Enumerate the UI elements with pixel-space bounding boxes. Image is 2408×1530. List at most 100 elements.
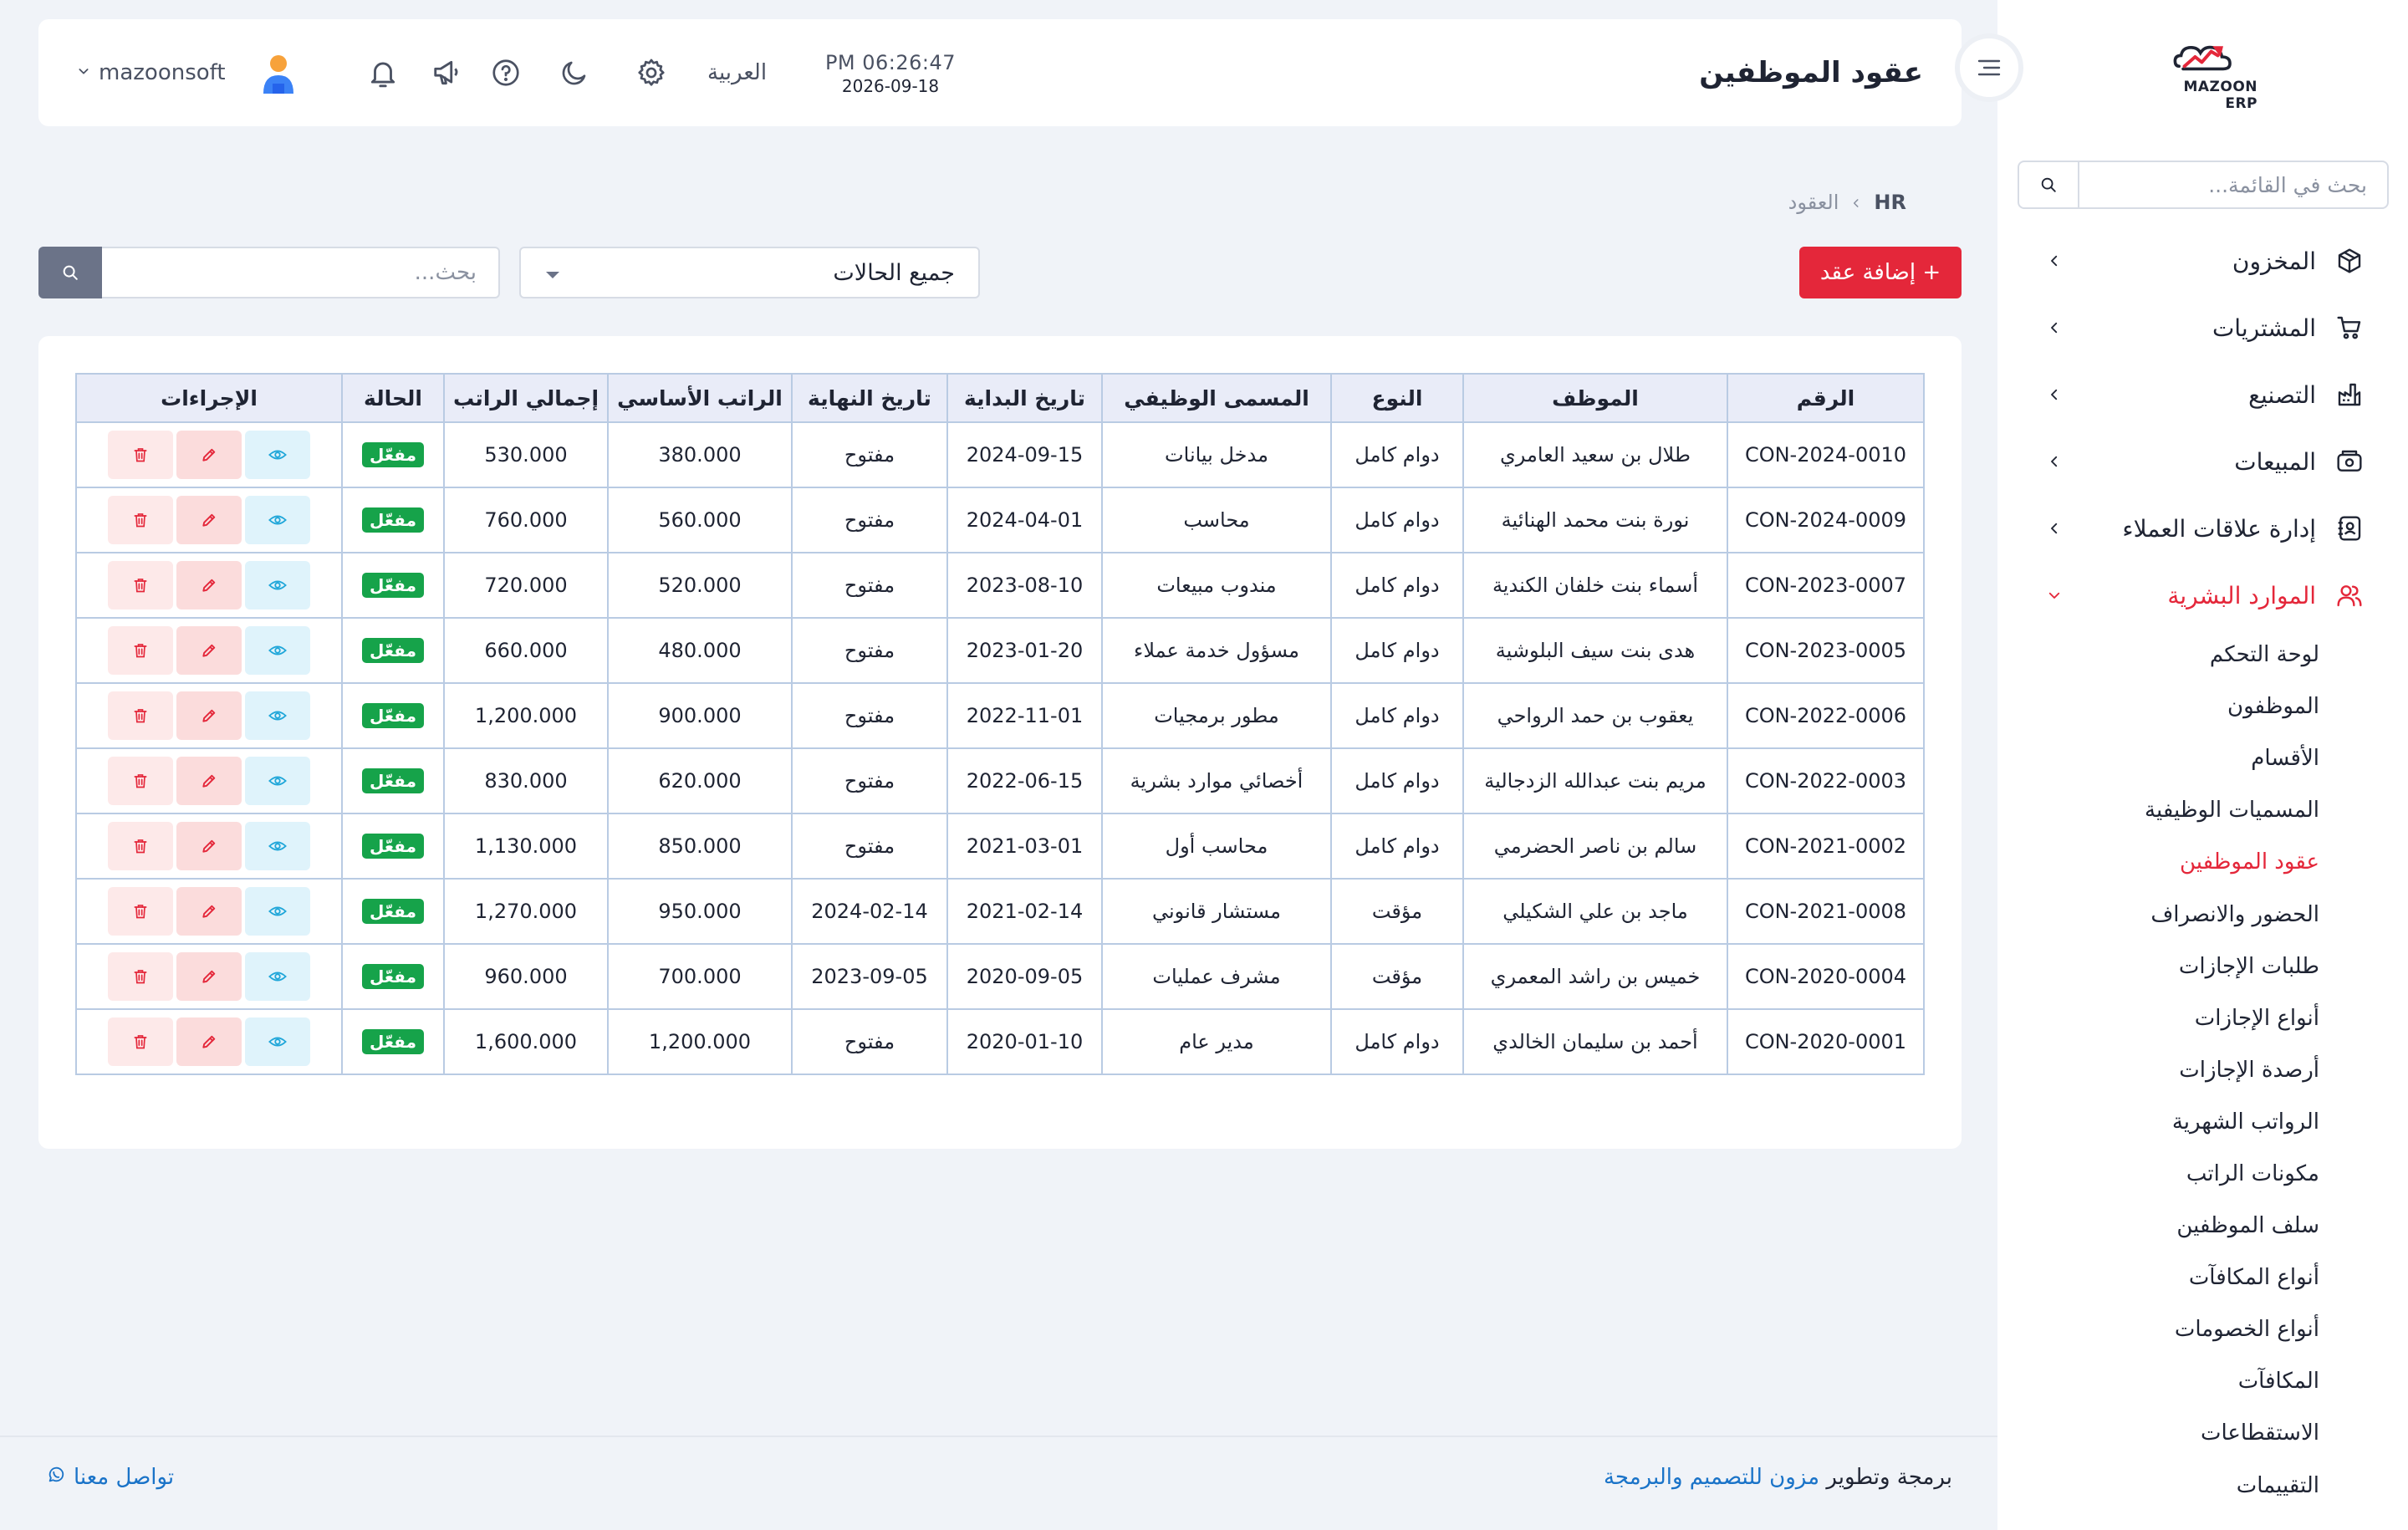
- row-actions: [77, 561, 341, 609]
- sidebar-subitem-deductions[interactable]: الاستقطاعات: [1997, 1407, 2408, 1459]
- sidebar-subitem-employees[interactable]: الموظفون: [1997, 681, 2408, 732]
- view-button[interactable]: [245, 1017, 310, 1066]
- sidebar-subitem-attendance[interactable]: الحضور والانصراف: [1997, 888, 2408, 940]
- trash-icon: [134, 448, 147, 462]
- cell-type: دوام كامل: [1330, 682, 1464, 749]
- notification-bell-icon[interactable]: [363, 53, 403, 93]
- sidebar-subitem-departments[interactable]: الأقسام: [1997, 732, 2408, 784]
- col-header-number[interactable]: الرقم: [1727, 373, 1925, 423]
- sidebar-subitem-job-titles[interactable]: المسميات الوظيفية: [1997, 784, 2408, 836]
- row-actions: [77, 757, 341, 805]
- edit-button[interactable]: [176, 887, 242, 936]
- col-header-job-title[interactable]: المسمى الوظيفي: [1101, 373, 1332, 423]
- search-icon[interactable]: [2019, 162, 2079, 207]
- col-header-employee[interactable]: الموظف: [1462, 373, 1728, 423]
- view-button[interactable]: [245, 496, 310, 544]
- cell-type: دوام كامل: [1330, 421, 1464, 488]
- dark-mode-moon-icon[interactable]: [554, 53, 594, 93]
- col-header-start-date[interactable]: تاريخ البداية: [946, 373, 1103, 423]
- edit-button[interactable]: [176, 822, 242, 870]
- edit-button[interactable]: [176, 431, 242, 479]
- col-header-basic-salary[interactable]: الراتب الأساسي: [607, 373, 793, 423]
- col-header-end-date[interactable]: تاريخ النهاية: [791, 373, 948, 423]
- view-button[interactable]: [245, 757, 310, 805]
- edit-button[interactable]: [176, 496, 242, 544]
- cell-start-date: 2022-06-15: [946, 747, 1103, 814]
- sidebar-subitem-leave-requests[interactable]: طلبات الإجازات: [1997, 941, 2408, 992]
- sidebar-subitem-bonus-types[interactable]: أنواع المكافآت: [1997, 1252, 2408, 1303]
- delete-button[interactable]: [108, 691, 173, 740]
- sidebar-subitem-payroll[interactable]: الرواتب الشهرية: [1997, 1096, 2408, 1148]
- edit-button[interactable]: [176, 691, 242, 740]
- delete-button[interactable]: [108, 1017, 173, 1066]
- menu-toggle-button[interactable]: [1955, 33, 2023, 102]
- table-row: CON-2022-0006 يعقوب بن حمد الرواحي دوام كا…: [75, 682, 1925, 749]
- delete-button[interactable]: [108, 561, 173, 609]
- sidebar-subitem-dashboard[interactable]: لوحة التحكم: [1997, 629, 2408, 681]
- delete-button[interactable]: [108, 431, 173, 479]
- chevron-left-icon: [2044, 518, 2064, 538]
- cell-actions: [75, 552, 343, 619]
- edit-button[interactable]: [176, 757, 242, 805]
- page-title: عقود الموظفين: [1699, 56, 1923, 89]
- eye-icon: [268, 711, 287, 721]
- delete-button[interactable]: [108, 626, 173, 675]
- sidebar-subitem-salary-components[interactable]: مكونات الراتب: [1997, 1148, 2408, 1200]
- user-menu[interactable]: mazoonsoft: [77, 19, 301, 126]
- delete-button[interactable]: [108, 496, 173, 544]
- delete-button[interactable]: [108, 887, 173, 936]
- view-button[interactable]: [245, 431, 310, 479]
- cell-total-salary: 530.000: [443, 421, 609, 488]
- status-filter-value: جميع الحالات: [833, 259, 955, 286]
- breadcrumb-root[interactable]: HR: [1874, 191, 1906, 214]
- row-actions: [77, 887, 341, 936]
- sidebar-item-inventory[interactable]: المخزون: [1997, 227, 2408, 294]
- footer-credit-link[interactable]: مزون للتصميم والبرمجة: [1604, 1465, 1819, 1490]
- logo[interactable]: MAZOON ERP: [2149, 37, 2258, 112]
- sidebar-subitem-evaluations[interactable]: التقييمات: [1997, 1460, 2408, 1512]
- sidebar-subitem-bonuses[interactable]: المكافآت: [1997, 1355, 2408, 1407]
- view-button[interactable]: [245, 561, 310, 609]
- col-header-type[interactable]: النوع: [1330, 373, 1464, 423]
- sidebar-subitem-advances[interactable]: سلف الموظفين: [1997, 1200, 2408, 1252]
- delete-button[interactable]: [108, 952, 173, 1001]
- search-input[interactable]: [102, 247, 500, 298]
- table-header-row: الرقم الموظف النوع المسمى الوظيفي تاريخ …: [75, 373, 1925, 423]
- delete-button[interactable]: [108, 822, 173, 870]
- cell-type: دوام كامل: [1330, 1008, 1464, 1075]
- sidebar-item-purchases[interactable]: المشتريات: [1997, 294, 2408, 361]
- delete-button[interactable]: [108, 757, 173, 805]
- language-switch[interactable]: العربية: [707, 19, 767, 126]
- edit-button[interactable]: [176, 561, 242, 609]
- pencil-icon: [202, 644, 216, 657]
- sidebar-item-label: الموارد البشرية: [2167, 581, 2316, 609]
- edit-button[interactable]: [176, 1017, 242, 1066]
- view-button[interactable]: [245, 822, 310, 870]
- view-button[interactable]: [245, 691, 310, 740]
- col-header-status[interactable]: الحالة: [341, 373, 445, 423]
- edit-button[interactable]: [176, 952, 242, 1001]
- sidebar-subitem-deduction-types[interactable]: أنواع الخصومات: [1997, 1303, 2408, 1355]
- sidebar-item-sales[interactable]: المبيعات: [1997, 428, 2408, 495]
- view-button[interactable]: [245, 887, 310, 936]
- sidebar-item-manufacturing[interactable]: التصنيع: [1997, 361, 2408, 428]
- view-button[interactable]: [245, 626, 310, 675]
- search-button[interactable]: [38, 247, 102, 298]
- cell-employee: نورة بنت محمد الهنائية: [1462, 487, 1728, 553]
- add-contract-button[interactable]: + إضافة عقد: [1799, 247, 1962, 298]
- status-badge: مفعّل: [362, 638, 424, 663]
- settings-gear-icon[interactable]: [631, 53, 671, 93]
- sidebar-item-hr[interactable]: الموارد البشرية: [1997, 562, 2408, 629]
- status-filter-select[interactable]: جميع الحالات: [519, 247, 980, 298]
- sidebar-subitem-contracts[interactable]: عقود الموظفين: [1997, 836, 2408, 888]
- sidebar-item-crm[interactable]: إدارة علاقات العملاء: [1997, 495, 2408, 562]
- sidebar-subitem-leave-types[interactable]: أنواع الإجازات: [1997, 992, 2408, 1044]
- view-button[interactable]: [245, 952, 310, 1001]
- announcement-megaphone-icon[interactable]: [427, 53, 467, 93]
- edit-button[interactable]: [176, 626, 242, 675]
- sidebar-search-input[interactable]: [2079, 162, 2387, 207]
- sidebar-subitem-leave-balances[interactable]: أرصدة الإجازات: [1997, 1044, 2408, 1096]
- help-icon[interactable]: [486, 53, 526, 93]
- contact-us-link[interactable]: تواصل معنا: [47, 1465, 174, 1490]
- col-header-total-salary[interactable]: إجمالي الراتب: [443, 373, 609, 423]
